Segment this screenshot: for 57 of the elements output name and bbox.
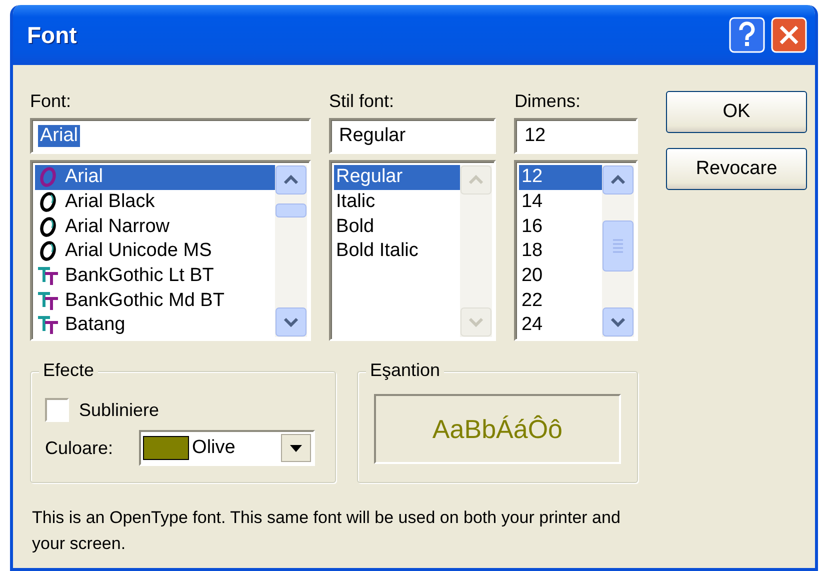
list-box[interactable]: Regular Italic Bold Bold Italic [329, 160, 496, 341]
list-item[interactable]: 24 [519, 313, 602, 337]
window-title: Font [27, 22, 77, 48]
list-item[interactable]: Batang [35, 313, 276, 337]
truetype-icon [37, 290, 59, 311]
field-label: Font: [30, 91, 72, 112]
scroll-thumb[interactable] [275, 203, 308, 218]
opentype-icon [37, 192, 59, 212]
dialog-button[interactable]: Revocare [666, 148, 807, 190]
list-item[interactable]: Italic [334, 190, 460, 214]
list-item[interactable]: 18 [519, 239, 602, 264]
list-item[interactable]: 20 [519, 264, 602, 288]
text-field[interactable]: 12 [514, 118, 638, 154]
color-dropdown[interactable]: Olive [139, 430, 316, 466]
list-item[interactable]: BankGothic Md BT [35, 288, 276, 314]
field-value: Arial [38, 125, 80, 147]
field-label: Culoare: [45, 438, 114, 458]
list-box[interactable]: Arial Arial Black Arial Narrow Arial Unicode MS BankGothic Lt BT BankGothic Md BT Batang [30, 160, 312, 341]
font-description: This is an OpenType font. This same font will be used on both your printer and your screen. [32, 507, 622, 555]
group-title: Eşantion [366, 360, 444, 381]
dialog-button[interactable]: OK [666, 91, 807, 133]
checkbox[interactable] [45, 398, 69, 422]
scroll-up-button[interactable] [602, 165, 634, 195]
list-item[interactable]: Arial [35, 165, 276, 190]
scroll-thumb[interactable] [602, 220, 634, 272]
help-icon[interactable] [729, 17, 765, 53]
close-icon[interactable] [771, 17, 807, 53]
scroll-down-button[interactable] [602, 307, 634, 337]
scrollbar[interactable] [602, 165, 634, 337]
list-item[interactable]: 22 [519, 288, 602, 314]
list-item[interactable]: Regular [334, 165, 460, 190]
scrollbar[interactable] [275, 165, 308, 337]
list-item[interactable]: 14 [519, 190, 602, 214]
list-item[interactable]: Arial Unicode MS [35, 239, 276, 264]
field-label: Stil font: [329, 91, 396, 112]
list-item[interactable]: 12 [519, 165, 602, 190]
scroll-up-button[interactable] [275, 165, 308, 195]
list-item[interactable]: BankGothic Lt BT [35, 264, 276, 288]
opentype-icon [37, 241, 59, 262]
truetype-icon [37, 266, 59, 286]
list-item[interactable]: Arial Black [35, 190, 276, 214]
field-value: 12 [523, 125, 547, 147]
checkbox-label: Subliniere [79, 400, 160, 420]
scroll-down-button[interactable] [275, 307, 308, 337]
text-field[interactable]: Arial [30, 118, 312, 154]
list-item[interactable]: Bold Italic [334, 239, 460, 264]
list-item[interactable]: Bold [334, 214, 460, 240]
list-item[interactable]: 16 [519, 214, 602, 240]
field-label: Dimens: [514, 91, 582, 112]
list-item[interactable]: Arial Narrow [35, 214, 276, 240]
truetype-icon [37, 315, 59, 336]
list-box[interactable]: 12 14 16 18 20 22 24 [514, 160, 638, 341]
opentype-icon [37, 167, 59, 188]
text-field[interactable]: Regular [329, 118, 496, 154]
field-value: Regular [338, 125, 407, 147]
sample-text: AaBbÁáÔô [432, 414, 563, 444]
opentype-icon [37, 216, 59, 237]
